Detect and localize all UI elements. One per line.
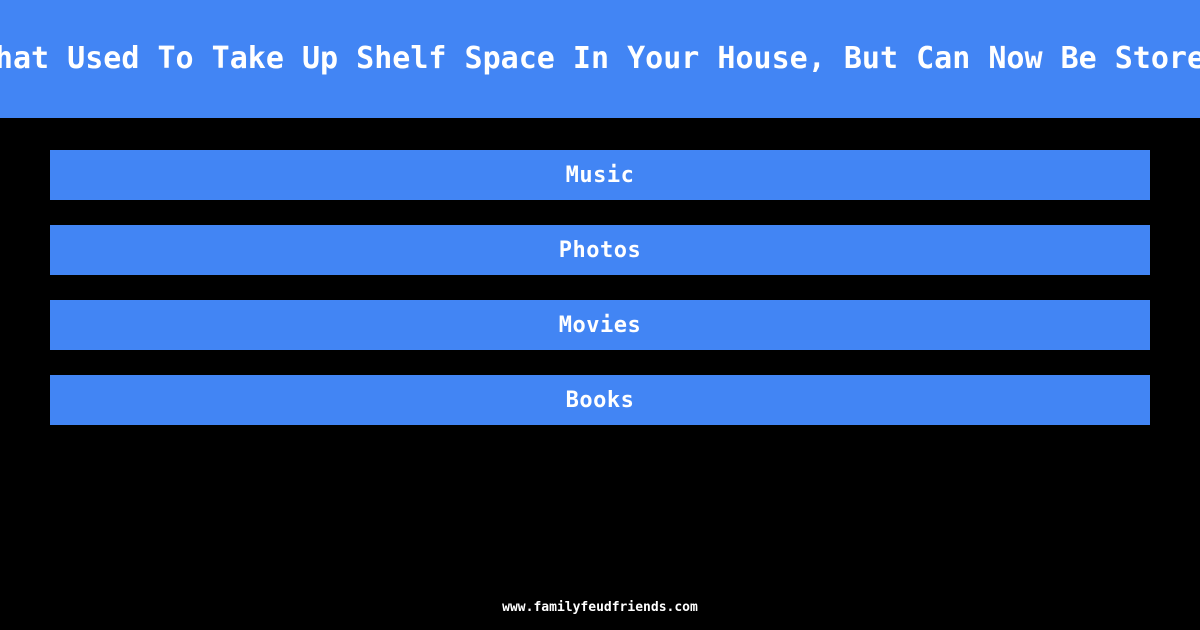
question-banner: ng That Used To Take Up Shelf Space In Y… bbox=[0, 0, 1200, 118]
answer-label: Photos bbox=[558, 237, 642, 263]
answer-label: Books bbox=[565, 387, 635, 413]
answer-list: Music Photos Movies Books bbox=[50, 150, 1150, 425]
answer-row[interactable]: Movies bbox=[50, 300, 1150, 350]
question-text: ng That Used To Take Up Shelf Space In Y… bbox=[0, 41, 1200, 76]
answer-label: Music bbox=[565, 162, 635, 188]
footer-site-url[interactable]: www.familyfeudfriends.com bbox=[502, 600, 698, 615]
answer-row[interactable]: Music bbox=[50, 150, 1150, 200]
answer-row[interactable]: Photos bbox=[50, 225, 1150, 275]
footer: www.familyfeudfriends.com bbox=[0, 596, 1200, 618]
answer-label: Movies bbox=[558, 312, 642, 338]
page-root: ng That Used To Take Up Shelf Space In Y… bbox=[0, 0, 1200, 630]
answer-row[interactable]: Books bbox=[50, 375, 1150, 425]
